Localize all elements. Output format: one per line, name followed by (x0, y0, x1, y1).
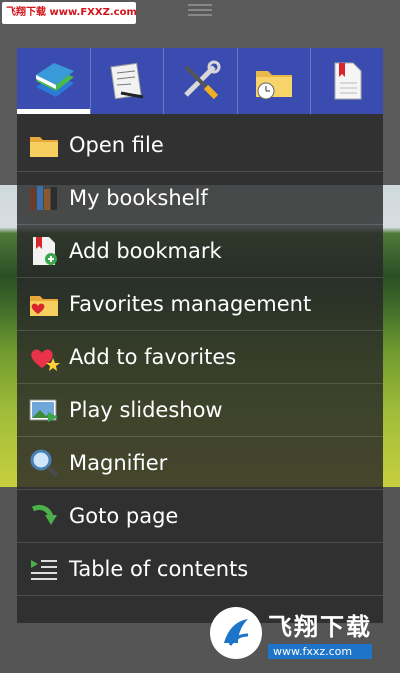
slideshow-icon (29, 399, 58, 422)
brand-url: www.fxxz.com (268, 644, 372, 659)
library-books-icon (35, 63, 74, 97)
menu-item-goto-page[interactable]: Goto page (17, 490, 383, 543)
menu-item-label: Add bookmark (69, 239, 222, 263)
tab-tools[interactable] (163, 48, 236, 114)
menu-list: Open file My bookshelf Add bookmark Favo… (17, 119, 383, 596)
menu-item-favorites-management[interactable]: Favorites management (17, 278, 383, 331)
heart-star-icon (31, 349, 60, 371)
menu-tab-bar (17, 48, 383, 114)
menu-item-label: Table of contents (69, 557, 249, 581)
favorites-folder-icon (30, 296, 58, 316)
tab-recent[interactable] (236, 48, 310, 114)
menu-item-my-bookshelf[interactable]: My bookshelf (17, 172, 383, 225)
menu-item-label: Open file (69, 133, 164, 157)
folder-icon (30, 137, 58, 157)
watermark-logo: 飞翔下载 www.fxxz.com (210, 605, 388, 661)
brand-logo-icon (210, 607, 262, 659)
tab-notes[interactable] (90, 48, 163, 114)
tab-bookmarks[interactable] (309, 48, 383, 114)
bookshelf-icon (30, 186, 57, 210)
menu-item-magnifier[interactable]: Magnifier (17, 437, 383, 490)
menu-item-add-bookmark[interactable]: Add bookmark (17, 225, 383, 278)
toc-icon (31, 560, 57, 580)
add-bookmark-icon (33, 237, 57, 265)
menu-item-play-slideshow[interactable]: Play slideshow (17, 384, 383, 437)
tab-library[interactable] (17, 48, 91, 114)
menu-item-label: Magnifier (69, 451, 168, 475)
menu-item-label: Play slideshow (69, 398, 223, 422)
menu-item-add-to-favorites[interactable]: Add to favorites (17, 331, 383, 384)
watermark-top: 飞翔下载 www.FXXZ.com (2, 2, 137, 24)
notes-pencil-icon (110, 62, 144, 100)
tools-icon (184, 60, 221, 100)
brand-name: 飞翔下载 (268, 613, 372, 641)
menu-item-label: Goto page (69, 504, 179, 528)
document-bookmark-icon (334, 62, 362, 100)
folder-clock-icon (255, 71, 292, 100)
menu-item-table-of-contents[interactable]: Table of contents (17, 543, 383, 596)
menu-item-label: My bookshelf (69, 186, 208, 210)
main-menu-panel: Open file My bookshelf Add bookmark Favo… (17, 48, 383, 623)
goto-arrow-icon (31, 504, 57, 525)
drag-handle-icon[interactable] (188, 4, 212, 16)
menu-item-open-file[interactable]: Open file (17, 119, 383, 172)
magnifier-icon (30, 449, 59, 478)
menu-item-label: Favorites management (69, 292, 312, 316)
menu-item-label: Add to favorites (69, 345, 237, 369)
